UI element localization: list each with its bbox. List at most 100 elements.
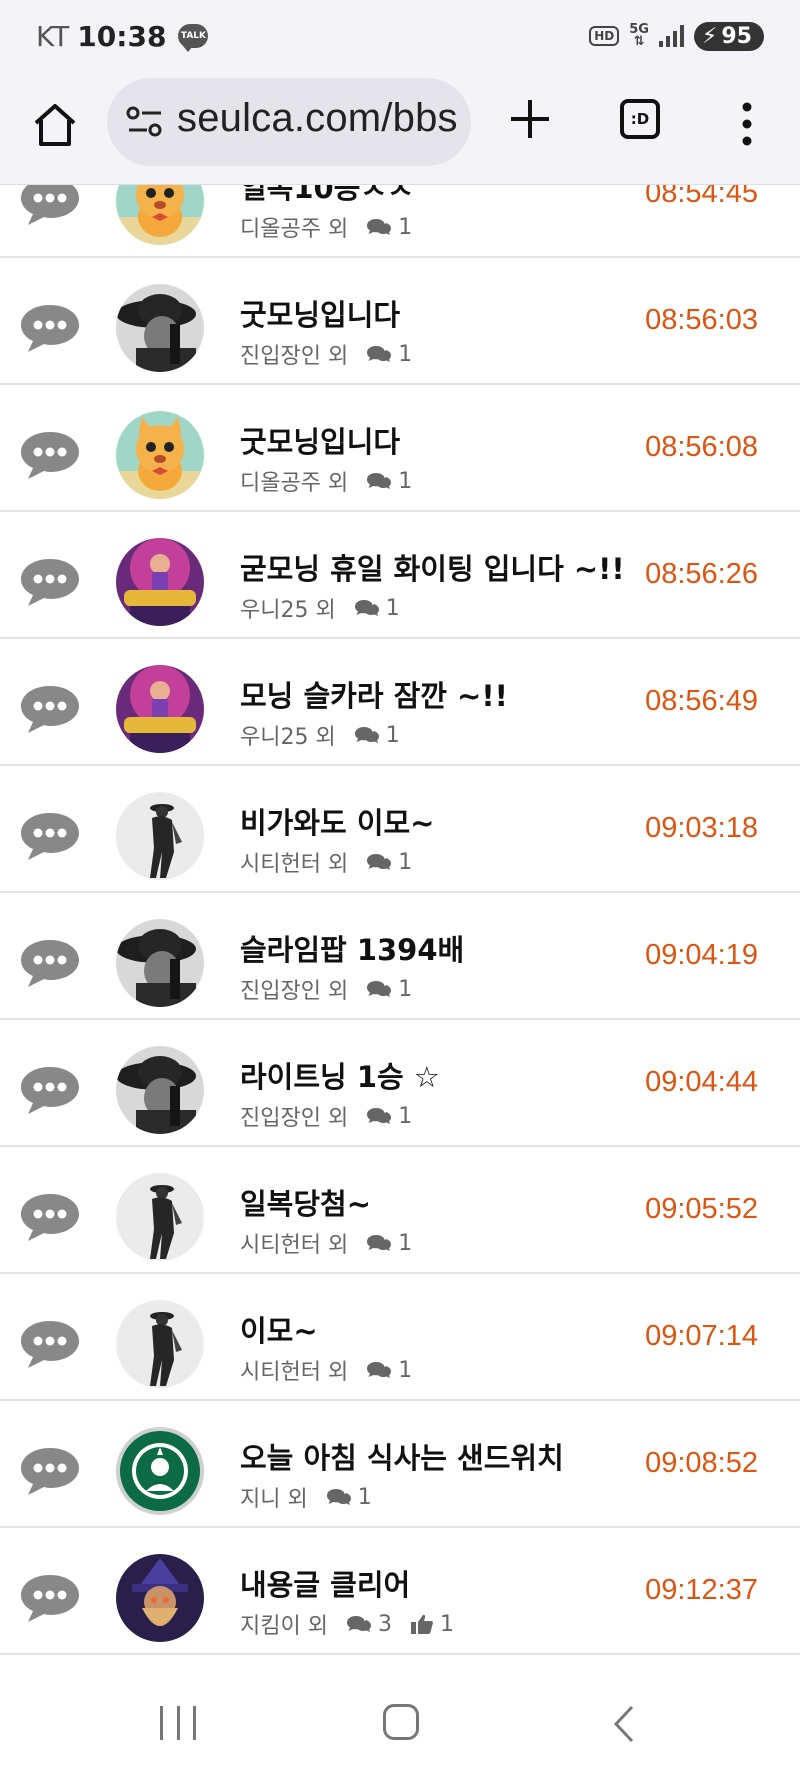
post-title[interactable]: 비가와도 이모~ xyxy=(240,800,434,842)
post-title[interactable]: 일복10등ㅅㅅ xyxy=(240,185,414,207)
comment-count: 1 xyxy=(398,468,413,494)
back-icon[interactable] xyxy=(612,1704,636,1744)
avatar[interactable] xyxy=(116,538,204,626)
post-title[interactable]: 굳모닝 휴일 화이팅 입니다 ~!! xyxy=(240,546,625,588)
home-nav-icon[interactable] xyxy=(383,1704,419,1740)
speech-bubble-dots-icon xyxy=(18,1572,82,1624)
post-author[interactable]: 지킴이 외 xyxy=(240,1608,328,1640)
avatar[interactable] xyxy=(116,1173,204,1261)
comments-icon xyxy=(366,471,392,491)
post-list: 일복10등ㅅㅅ 디올공주 외 1 08:54:45 굿모닝입니다 진입장인 외 1 08:56… xyxy=(0,185,800,1660)
post-meta: 진입장인 외 1 xyxy=(240,338,412,370)
avatar[interactable] xyxy=(116,185,204,245)
battery-indicator: ⚡ 95 xyxy=(693,21,764,51)
avatar[interactable] xyxy=(116,411,204,499)
recent-apps-icon[interactable] xyxy=(160,1706,196,1740)
post-title[interactable]: 오늘 아침 식사는 샌드위치 xyxy=(240,1435,564,1477)
comment-count: 1 xyxy=(398,214,413,240)
post-author[interactable]: 진입장인 외 xyxy=(240,973,348,1005)
comments-icon xyxy=(354,725,380,745)
post-time: 09:08:52 xyxy=(645,1447,758,1479)
comments-icon xyxy=(366,344,392,364)
list-item[interactable]: 굿모닝입니다 진입장인 외 1 08:56:03 xyxy=(0,258,800,385)
post-time: 09:04:44 xyxy=(645,1066,758,1098)
list-item[interactable]: 내용글 클리어 지킴이 외 3 1 09:12:37 xyxy=(0,1528,800,1655)
list-item[interactable]: 굿모닝입니다 디올공주 외 1 08:56:08 xyxy=(0,385,800,512)
post-meta: 시티헌터 외 1 xyxy=(240,846,412,878)
post-author[interactable]: 시티헌터 외 xyxy=(240,1354,348,1386)
speech-bubble-dots-icon xyxy=(18,1191,82,1243)
post-meta: 시티헌터 외 1 xyxy=(240,1227,412,1259)
speech-bubble-dots-icon xyxy=(18,810,82,862)
post-title[interactable]: 이모~ xyxy=(240,1308,318,1350)
comment-count: 1 xyxy=(398,341,413,367)
comment-count: 1 xyxy=(385,722,400,748)
post-author[interactable]: 디올공주 외 xyxy=(240,465,348,497)
speech-bubble-dots-icon xyxy=(18,1064,82,1116)
post-meta: 우니25 외 1 xyxy=(240,592,400,624)
list-item[interactable]: 오늘 아침 식사는 샌드위치지니 외 1 09:08:52 xyxy=(0,1401,800,1528)
thumbs-up-icon xyxy=(410,1613,434,1635)
list-item[interactable]: 모닝 슬카라 잠깐 ~!! 우니25 외 1 08:56:49 xyxy=(0,639,800,766)
list-item[interactable]: 일복당첨~ 시티헌터 외 1 09:05:52 xyxy=(0,1147,800,1274)
list-item[interactable]: 라이트닝 1승 ☆ 진입장인 외 1 09:04:44 xyxy=(0,1020,800,1147)
comment-count: 1 xyxy=(398,1357,413,1383)
post-title[interactable]: 모닝 슬카라 잠깐 ~!! xyxy=(240,673,508,715)
post-title[interactable]: 굿모닝입니다 xyxy=(240,419,400,461)
comments-icon xyxy=(366,979,392,999)
post-author[interactable]: 디올공주 외 xyxy=(240,211,348,243)
post-list-inner: 일복10등ㅅㅅ 디올공주 외 1 08:54:45 굿모닝입니다 진입장인 외 1 08:56… xyxy=(0,185,800,1655)
browser-toolbar: seulca.com/bbs :D xyxy=(0,72,800,185)
avatar[interactable] xyxy=(116,284,204,372)
list-item[interactable]: 굳모닝 휴일 화이팅 입니다 ~!! 우니25 외 1 08:56:26 xyxy=(0,512,800,639)
network-type-label: 5G xyxy=(629,22,649,37)
avatar[interactable] xyxy=(116,919,204,1007)
speech-bubble-dots-icon xyxy=(18,937,82,989)
new-tab-plus-icon[interactable] xyxy=(505,94,555,144)
site-settings-icon[interactable] xyxy=(125,104,165,140)
post-author[interactable]: 지니 외 xyxy=(240,1481,308,1513)
list-item[interactable]: 비가와도 이모~ 시티헌터 외 1 09:03:18 xyxy=(0,766,800,893)
post-author[interactable]: 시티헌터 외 xyxy=(240,1227,348,1259)
post-meta: 디올공주 외 1 xyxy=(240,465,412,497)
charging-bolt-icon: ⚡ xyxy=(701,23,718,49)
list-item[interactable]: 슬라임팝 1394배 진입장인 외 1 09:04:19 xyxy=(0,893,800,1020)
post-title[interactable]: 일복당첨~ xyxy=(240,1181,371,1223)
comments-icon xyxy=(366,1233,392,1253)
home-icon[interactable] xyxy=(30,100,80,150)
address-bar[interactable]: seulca.com/bbs xyxy=(107,78,471,166)
url-text[interactable]: seulca.com/bbs xyxy=(177,96,458,141)
comment-count: 1 xyxy=(357,1484,372,1510)
more-menu-icon[interactable] xyxy=(740,102,754,146)
avatar[interactable] xyxy=(116,792,204,880)
post-author[interactable]: 시티헌터 외 xyxy=(240,846,348,878)
talk-notification-icon: TALK xyxy=(178,24,209,52)
signal-strength-icon xyxy=(658,25,684,47)
avatar[interactable] xyxy=(116,665,204,753)
comment-count: 1 xyxy=(385,595,400,621)
post-author[interactable]: 우니25 외 xyxy=(240,592,336,624)
speech-bubble-dots-icon xyxy=(18,185,82,227)
speech-bubble-dots-icon xyxy=(18,1318,82,1370)
post-author[interactable]: 우니25 외 xyxy=(240,719,336,751)
post-time: 09:03:18 xyxy=(645,812,758,844)
post-title[interactable]: 라이트닝 1승 ☆ xyxy=(240,1054,440,1096)
post-author[interactable]: 진입장인 외 xyxy=(240,1100,348,1132)
list-item[interactable]: 일복10등ㅅㅅ 디올공주 외 1 08:54:45 xyxy=(0,185,800,258)
speech-bubble-dots-icon xyxy=(18,556,82,608)
avatar[interactable] xyxy=(116,1046,204,1134)
avatar[interactable] xyxy=(116,1554,204,1642)
tabs-button[interactable]: :D xyxy=(620,99,660,139)
post-time: 08:56:26 xyxy=(645,558,758,590)
comments-icon xyxy=(366,217,392,237)
post-title[interactable]: 굿모닝입니다 xyxy=(240,292,400,334)
post-time: 09:12:37 xyxy=(645,1574,758,1606)
post-title[interactable]: 내용글 클리어 xyxy=(240,1562,410,1604)
avatar[interactable] xyxy=(116,1427,204,1515)
comment-count: 1 xyxy=(398,1103,413,1129)
post-author[interactable]: 진입장인 외 xyxy=(240,338,348,370)
avatar[interactable] xyxy=(116,1300,204,1388)
post-title[interactable]: 슬라임팝 1394배 xyxy=(240,927,464,969)
speech-bubble-dots-icon xyxy=(18,429,82,481)
list-item[interactable]: 이모~ 시티헌터 외 1 09:07:14 xyxy=(0,1274,800,1401)
